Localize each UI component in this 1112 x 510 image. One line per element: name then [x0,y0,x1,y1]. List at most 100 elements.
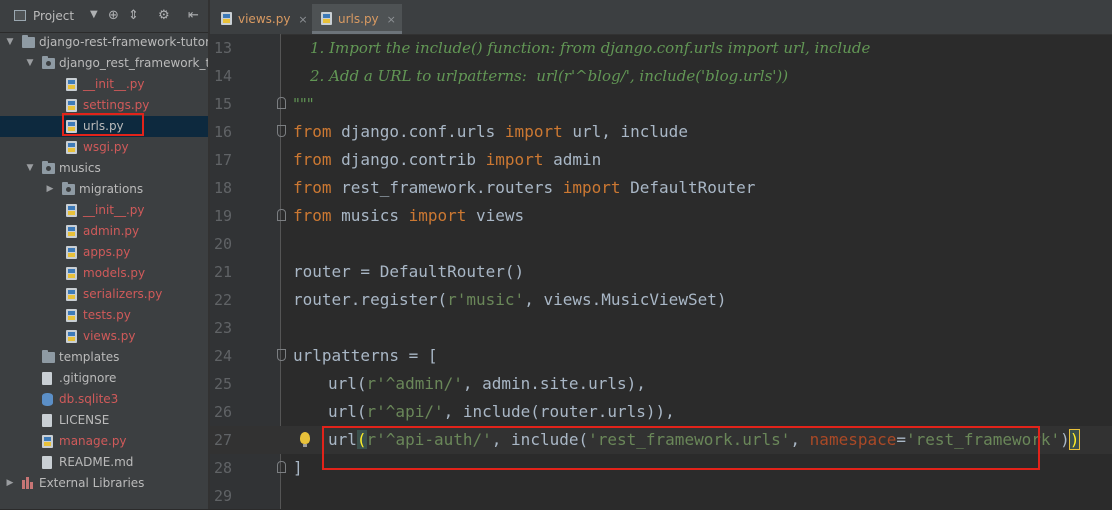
code-line[interactable]: 15 """ [210,90,1112,118]
code-line[interactable]: 20 [210,230,1112,258]
tree-item-label: django_rest_framework_tu [59,56,208,70]
collapse-icon[interactable]: ⇕ [128,8,139,23]
code-token: url( [328,374,367,393]
code-token: url( [328,402,367,421]
project-view-selector[interactable]: Project [33,9,74,23]
line-number: 17 [213,151,232,169]
lightbulb-icon[interactable] [300,432,310,447]
code-text: ] [293,454,303,482]
code-line[interactable]: 27 url(r'^api-auth/', include('rest_frame… [210,426,1112,454]
tree-file-item[interactable]: views.py [0,326,208,347]
tree-file-item[interactable]: .gitignore [0,368,208,389]
editor-tab[interactable]: urls.py × [312,4,402,34]
code-line[interactable]: 19 from musics import views [210,202,1112,230]
line-number: 18 [213,179,232,197]
fold-marker-icon[interactable] [277,349,286,361]
code-text: url(r'^admin/', admin.site.urls), [328,370,646,398]
code-token: router = DefaultRouter() [293,262,525,281]
code-area[interactable]: 13 1. Import the include() function: from… [210,34,1112,510]
code-token: from [293,150,332,169]
line-number: 27 [213,431,232,449]
code-text: from django.contrib import admin [293,146,601,174]
folder-icon [22,35,35,48]
code-line[interactable]: 24 urlpatterns = [ [210,342,1112,370]
tree-item-label: serializers.py [83,287,163,301]
code-line[interactable]: 21 router = DefaultRouter() [210,258,1112,286]
tree-file-item[interactable]: admin.py [0,221,208,242]
line-number: 29 [213,487,232,505]
tree-folder-item[interactable]: ▼ musics [0,158,208,179]
code-line[interactable]: 18 from rest_framework.routers import Def… [210,174,1112,202]
tree-file-item[interactable]: manage.py [0,431,208,452]
tree-file-item[interactable]: models.py [0,263,208,284]
fold-marker-icon[interactable] [277,97,286,109]
tree-item-label: django-rest-framework-tutor [39,35,208,49]
tree-folder-item[interactable]: ▼ django_rest_framework_tu [0,53,208,74]
crosshair-icon[interactable]: ⊕ [108,8,119,23]
text-file-icon [42,414,52,427]
code-token: ] [293,458,303,477]
code-line[interactable]: 25 url(r'^admin/', admin.site.urls), [210,370,1112,398]
tree-file-item[interactable]: wsgi.py [0,137,208,158]
text-file-icon [42,372,52,385]
tree-folder-item[interactable]: ▶ migrations [0,179,208,200]
code-line[interactable]: 28] [210,454,1112,482]
code-token: DefaultRouter [620,178,756,197]
python-file-icon [66,204,77,217]
text-file-icon [42,456,52,469]
code-token: urlpatterns = [ [293,346,438,365]
code-token: from [293,206,332,225]
chevron-down-icon[interactable]: ▼ [25,53,35,74]
code-token: ) [1068,429,1081,450]
gear-icon[interactable]: ⚙ [158,8,170,23]
tree-file-item[interactable]: tests.py [0,305,208,326]
tree-item-label: README.md [59,455,134,469]
tree-file-item[interactable]: __init__.py [0,74,208,95]
code-text: from musics import views [293,202,524,230]
chevron-down-icon[interactable]: ▼ [5,32,15,53]
chevron-right-icon[interactable]: ▶ [5,473,15,494]
tree-file-item[interactable]: db.sqlite3 [0,389,208,410]
code-text: url(r'^api-auth/', include('rest_framewo… [328,426,1081,454]
code-line[interactable]: 16 from django.conf.urls import url, incl… [210,118,1112,146]
line-number: 15 [213,95,232,113]
code-text: url(r'^api/', include(router.urls)), [328,398,675,426]
code-line[interactable]: 26 url(r'^api/', include(router.urls)), [210,398,1112,426]
close-icon[interactable]: × [387,13,396,26]
code-line[interactable]: 23 [210,314,1112,342]
python-file-icon [66,120,77,133]
tree-file-item[interactable]: settings.py [0,95,208,116]
tree-item-label: db.sqlite3 [59,392,119,406]
close-icon[interactable]: × [298,13,307,26]
code-line[interactable]: 17 from django.contrib import admin [210,146,1112,174]
fold-marker-icon[interactable] [277,461,286,473]
tree-folder-item[interactable]: templates [0,347,208,368]
code-token: admin [543,150,602,169]
fold-marker-icon[interactable] [277,125,286,137]
code-text: router = DefaultRouter() [293,258,524,286]
hide-icon[interactable]: ⇤ [188,8,199,23]
code-line[interactable]: 14 2. Add a URL to urlpatterns: url(r'^bl… [210,62,1112,90]
tree-file-item[interactable]: apps.py [0,242,208,263]
code-token: url, include [562,122,688,141]
tree-folder-item[interactable]: ▶ External Libraries [0,473,208,494]
code-line[interactable]: 13 1. Import the include() function: from… [210,34,1112,62]
tree-file-item[interactable]: __init__.py [0,200,208,221]
tree-folder-item[interactable]: ▼ django-rest-framework-tutor [0,32,208,53]
line-number: 21 [213,263,232,281]
dropdown-icon[interactable]: ▼ [90,9,98,20]
tree-file-item[interactable]: urls.py [0,116,208,137]
python-file-icon [66,267,77,280]
tree-file-item[interactable]: LICENSE [0,410,208,431]
tree-file-item[interactable]: README.md [0,452,208,473]
tree-file-item[interactable]: serializers.py [0,284,208,305]
project-tree: ▼ django-rest-framework-tutor ▼ django_rest… [0,32,208,494]
code-line[interactable]: 22 router.register(r'music', views.MusicV… [210,286,1112,314]
chevron-right-icon[interactable]: ▶ [45,179,55,200]
editor-tab[interactable]: views.py × [212,4,308,34]
code-line[interactable]: 29 [210,482,1112,510]
chevron-down-icon[interactable]: ▼ [25,158,35,179]
line-number: 23 [213,319,232,337]
tree-item-label: settings.py [83,98,150,112]
fold-marker-icon[interactable] [277,209,286,221]
